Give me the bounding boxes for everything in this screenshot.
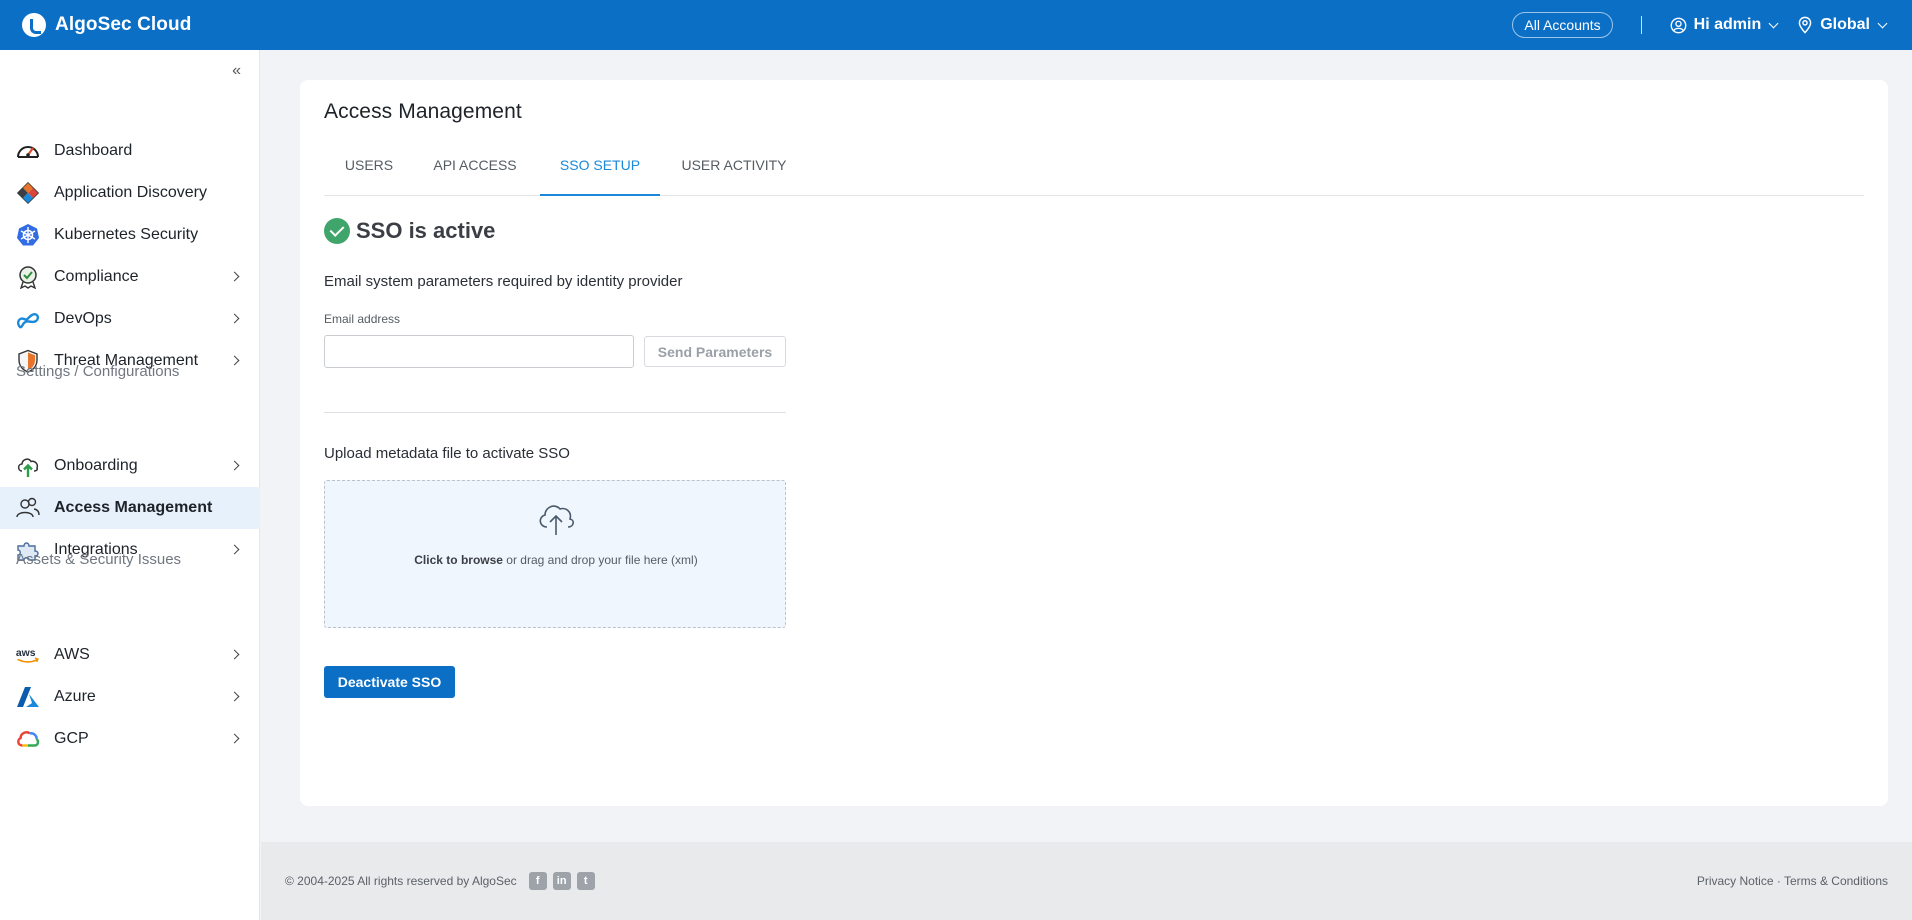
chevron-right-icon (229, 313, 240, 324)
settings-section-heading: Settings / Configurations (16, 363, 180, 380)
user-circle-icon (1670, 17, 1687, 33)
top-bar-right: All Accounts Hi admin Global (1512, 0, 1888, 50)
privacy-notice-link[interactable]: Privacy Notice (1697, 874, 1774, 888)
sidebar-item-aws[interactable]: aws AWS (0, 634, 260, 676)
sidebar-item-label: Compliance (54, 268, 139, 285)
chevron-down-icon (1877, 18, 1888, 28)
section-divider (324, 412, 786, 413)
brand[interactable]: AlgoSec Cloud (22, 13, 191, 37)
send-parameters-button[interactable]: Send Parameters (644, 336, 786, 367)
azure-icon (15, 685, 41, 709)
chevron-right-icon (229, 691, 240, 702)
linkedin-icon[interactable]: in (552, 872, 571, 890)
page-title: Access Management (324, 100, 522, 123)
sidebar-item-access-management[interactable]: Access Management (0, 487, 260, 529)
footer: © 2004-2025 All rights reserved by AlgoS… (261, 842, 1912, 920)
sidebar-item-kubernetes-security[interactable]: Kubernetes Security (0, 214, 260, 256)
facebook-icon[interactable]: f (528, 872, 547, 890)
sidebar-item-application-discovery[interactable]: Application Discovery (0, 172, 260, 214)
tab-user-activity[interactable]: USER ACTIVITY (664, 148, 804, 196)
chevron-right-icon (229, 355, 240, 366)
sidebar-item-devops[interactable]: DevOps (0, 298, 260, 340)
upload-section-label: Upload metadata file to activate SSO (324, 445, 570, 462)
sidebar: « Dashboard Application Discovery Kubern… (0, 50, 260, 920)
users-icon (15, 496, 41, 520)
sidebar-item-label: GCP (54, 730, 89, 747)
footer-links: Privacy Notice · Terms & Conditions (1697, 874, 1888, 888)
aws-icon: aws (15, 643, 41, 667)
sidebar-item-azure[interactable]: Azure (0, 676, 260, 718)
sidebar-item-label: AWS (54, 646, 90, 663)
sidebar-item-onboarding[interactable]: Onboarding (0, 445, 260, 487)
assets-section-heading: Assets & Security Issues (16, 551, 182, 568)
algosec-logo-icon (22, 13, 46, 37)
browse-link[interactable]: Click to browse (414, 553, 503, 567)
chevron-right-icon (229, 733, 240, 744)
metadata-dropzone[interactable]: Click to browse or drag and drop your fi… (324, 480, 786, 628)
sso-status-text: SSO is active (356, 218, 496, 243)
app-discovery-icon (15, 181, 41, 205)
check-circle-icon (324, 218, 350, 244)
email-field-label: Email address (324, 312, 401, 326)
dropzone-hint: or drag and drop your file here (xml) (502, 553, 698, 567)
compliance-icon (15, 265, 41, 289)
brand-name: AlgoSec Cloud (55, 14, 192, 35)
sidebar-item-dashboard[interactable]: Dashboard (0, 130, 260, 172)
chevron-right-icon (229, 649, 240, 660)
cloud-upload-icon (539, 505, 574, 535)
gcp-icon (15, 727, 41, 751)
sidebar-item-label: DevOps (54, 310, 112, 327)
social-links: f in t (528, 872, 595, 890)
sidebar-item-label: Dashboard (54, 142, 133, 159)
chevron-down-icon (1768, 18, 1779, 28)
email-field[interactable] (324, 335, 634, 368)
twitter-icon[interactable]: t (576, 872, 595, 890)
kubernetes-icon (15, 223, 41, 247)
chevron-right-icon (229, 544, 240, 555)
footer-link-separator: · (1773, 874, 1784, 888)
cloud-upload-icon (15, 454, 41, 478)
sidebar-item-compliance[interactable]: Compliance (0, 256, 260, 298)
top-bar: AlgoSec Cloud All Accounts Hi admin Glob… (0, 0, 1912, 50)
dashboard-icon (15, 139, 41, 163)
tab-users[interactable]: USERS (324, 148, 414, 196)
access-management-card: Access Management USERS API ACCESS SSO S… (300, 80, 1888, 806)
sidebar-item-label: Onboarding (54, 457, 138, 474)
user-menu[interactable]: Hi admin (1670, 16, 1779, 34)
top-bar-separator (1640, 16, 1642, 34)
sidebar-item-label: Access Management (54, 499, 213, 516)
sidebar-item-gcp[interactable]: GCP (0, 718, 260, 760)
tab-api-access[interactable]: API ACCESS (414, 148, 536, 196)
email-section-description: Email system parameters required by iden… (324, 273, 683, 290)
deactivate-sso-button[interactable]: Deactivate SSO (324, 666, 455, 698)
terms-conditions-link[interactable]: Terms & Conditions (1784, 874, 1888, 888)
dropzone-text: Click to browse or drag and drop your fi… (325, 553, 787, 567)
chevron-right-icon (229, 271, 240, 282)
region-menu[interactable]: Global (1797, 16, 1888, 34)
sso-status: SSO is active (324, 218, 495, 244)
tab-sso-setup[interactable]: SSO SETUP (540, 148, 660, 196)
tab-bar: USERS API ACCESS SSO SETUP USER ACTIVITY (324, 148, 1864, 196)
sidebar-item-label: Kubernetes Security (54, 226, 199, 243)
chevron-right-icon (229, 460, 240, 471)
region-menu-label: Global (1820, 16, 1870, 33)
all-accounts-button[interactable]: All Accounts (1512, 12, 1613, 38)
user-menu-label: Hi admin (1693, 16, 1762, 33)
collapse-sidebar-icon[interactable]: « (232, 62, 241, 80)
copyright: © 2004-2025 All rights reserved by AlgoS… (285, 872, 595, 890)
svg-text:aws: aws (16, 648, 36, 659)
sidebar-item-label: Azure (54, 688, 96, 705)
devops-icon (15, 307, 41, 331)
copyright-text: © 2004-2025 All rights reserved by AlgoS… (285, 874, 517, 888)
location-pin-icon (1798, 16, 1812, 34)
sidebar-item-label: Application Discovery (54, 184, 207, 201)
